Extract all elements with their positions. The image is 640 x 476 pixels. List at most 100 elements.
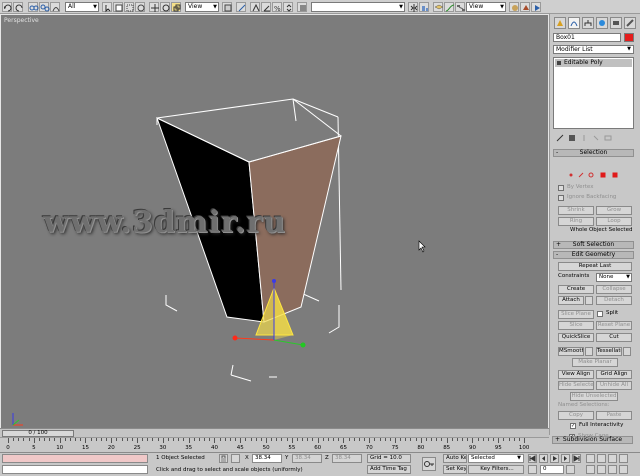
collapse-button[interactable]: Collapse xyxy=(596,285,632,294)
undo-icon[interactable] xyxy=(2,2,12,12)
key-mode-dropdown[interactable]: Selected ▼ xyxy=(468,454,524,463)
make-unique-icon[interactable] xyxy=(580,134,588,142)
curve-editor-icon[interactable] xyxy=(444,2,455,12)
create-button[interactable]: Create xyxy=(558,285,594,294)
subdivision-surface-rollout-header[interactable]: + Subdivision Surface xyxy=(552,436,633,444)
named-selection-dropdown[interactable]: ▼ xyxy=(311,2,405,12)
goto-start-icon[interactable] xyxy=(528,454,537,463)
attach-list-icon[interactable] xyxy=(585,296,593,305)
select-scale-icon[interactable] xyxy=(171,2,181,12)
zoom-extents-all-icon[interactable] xyxy=(619,454,628,463)
selection-filter-dropdown[interactable]: All ▼ xyxy=(65,2,99,12)
layer-icon[interactable] xyxy=(433,2,444,12)
vertex-icon[interactable] xyxy=(568,172,574,178)
select-move-icon[interactable] xyxy=(149,2,159,12)
window-crossing-icon[interactable] xyxy=(135,2,145,12)
mirror-icon[interactable] xyxy=(408,2,418,12)
utilities-tab-icon[interactable] xyxy=(624,17,636,29)
unhide-all-button[interactable]: Unhide All xyxy=(596,381,632,390)
prev-frame-icon[interactable] xyxy=(539,454,548,463)
redo-icon[interactable] xyxy=(13,2,23,12)
hierarchy-tab-icon[interactable] xyxy=(582,17,594,29)
select-by-name-icon[interactable] xyxy=(113,2,123,12)
copy-button[interactable]: Copy xyxy=(558,411,594,420)
split-checkbox[interactable] xyxy=(597,311,603,317)
pin-stack-icon[interactable] xyxy=(556,134,564,142)
pivot-icon[interactable] xyxy=(222,2,232,12)
grow-button[interactable]: Grow xyxy=(596,206,632,215)
show-end-result-icon[interactable] xyxy=(568,134,576,142)
quick-render-icon[interactable] xyxy=(531,2,541,12)
loop-button[interactable]: Loop xyxy=(596,217,632,226)
make-planar-button[interactable]: Make Planar xyxy=(572,358,618,367)
angle-snap-icon[interactable] xyxy=(261,2,271,12)
hide-selected-button[interactable]: Hide Selected xyxy=(558,381,594,390)
arc-rotate-icon[interactable] xyxy=(608,465,617,474)
perspective-viewport[interactable]: Perspective www.3dmir.ru xyxy=(0,14,549,435)
attach-button[interactable]: Attach xyxy=(558,296,584,305)
msmooth-settings-icon[interactable] xyxy=(585,347,593,356)
x-coordinate-field[interactable]: 38.34 xyxy=(252,454,282,463)
polygon-icon[interactable] xyxy=(600,172,606,178)
lock-selection-icon[interactable] xyxy=(219,454,228,463)
tessellate-button[interactable]: Tessellate xyxy=(596,347,622,356)
y-coordinate-field[interactable]: 38.34 xyxy=(292,454,322,463)
current-frame-field[interactable]: 0 xyxy=(540,465,564,474)
element-icon[interactable] xyxy=(612,172,618,178)
soft-selection-rollout-header[interactable]: + Soft Selection xyxy=(553,241,634,249)
key-mode-toggle-icon[interactable] xyxy=(528,465,537,474)
cut-button[interactable]: Cut xyxy=(596,333,632,342)
render-setup-icon[interactable] xyxy=(520,2,530,12)
set-key-button[interactable]: Set Key xyxy=(443,465,467,474)
detach-button[interactable]: Detach xyxy=(596,296,632,305)
motion-tab-icon[interactable] xyxy=(596,17,608,29)
maxscript-output-field[interactable] xyxy=(2,465,148,474)
link-icon[interactable] xyxy=(28,2,39,12)
ref-coord-dropdown-2[interactable]: View ▼ xyxy=(466,2,506,12)
selection-rollout-header[interactable]: - Selection xyxy=(553,149,634,157)
maximize-viewport-icon[interactable] xyxy=(619,465,628,474)
unlink-icon[interactable] xyxy=(39,2,50,12)
msmooth-button[interactable]: MSmooth xyxy=(558,347,584,356)
slice-plane-button[interactable]: Slice Plane xyxy=(558,310,594,319)
time-slider-thumb[interactable]: 0 / 100 xyxy=(2,430,74,437)
maxscript-listener-field[interactable] xyxy=(2,454,148,463)
play-icon[interactable] xyxy=(550,454,559,463)
align-icon[interactable] xyxy=(419,2,429,12)
zoom-icon[interactable] xyxy=(586,454,595,463)
bind-spacewarp-icon[interactable] xyxy=(50,2,60,12)
paste-button[interactable]: Paste xyxy=(596,411,632,420)
stack-item-editable-poly[interactable]: Editable Poly xyxy=(555,59,632,67)
material-editor-icon[interactable] xyxy=(509,2,519,12)
slice-button[interactable]: Slice xyxy=(558,321,594,330)
tessellate-settings-icon[interactable] xyxy=(623,347,631,356)
ref-coord-dropdown[interactable]: View ▼ xyxy=(185,2,219,12)
goto-end-icon[interactable] xyxy=(572,454,581,463)
time-config-icon[interactable] xyxy=(566,465,575,474)
configure-sets-icon[interactable] xyxy=(604,134,612,142)
auto-key-button[interactable]: Auto Key xyxy=(443,454,467,463)
remove-modifier-icon[interactable] xyxy=(592,134,600,142)
border-icon[interactable] xyxy=(588,172,594,178)
time-slider[interactable]: 0 / 100 xyxy=(0,428,549,437)
create-tab-icon[interactable] xyxy=(554,17,566,29)
schematic-icon[interactable] xyxy=(455,2,465,12)
manipulate-icon[interactable] xyxy=(236,2,246,12)
reset-plane-button[interactable]: Reset Plane xyxy=(596,321,632,330)
absolute-mode-icon[interactable] xyxy=(231,454,240,463)
quickslice-button[interactable]: QuickSlice xyxy=(558,333,594,342)
hide-unselected-button[interactable]: Hide Unselected xyxy=(570,392,618,401)
spinner-snap-icon[interactable] xyxy=(283,2,293,12)
zoom-extents-icon[interactable] xyxy=(608,454,617,463)
edit-geometry-rollout-header[interactable]: - Edit Geometry xyxy=(553,251,634,259)
trackbar[interactable]: 0 5 10 15 20 25 30 35 40 45 50 55 60 65 70 75 80 85 90 95 10… xyxy=(0,437,549,452)
field-of-view-icon[interactable] xyxy=(586,465,595,474)
object-color-swatch[interactable] xyxy=(624,33,634,42)
edge-icon[interactable] xyxy=(578,172,584,178)
select-icon[interactable] xyxy=(102,2,112,13)
ignore-backfacing-checkbox[interactable] xyxy=(558,195,564,201)
zoom-all-icon[interactable] xyxy=(597,454,606,463)
select-rotate-icon[interactable] xyxy=(160,2,170,12)
modifier-list-dropdown[interactable]: Modifier List ▼ xyxy=(553,45,634,54)
constraints-dropdown[interactable]: None ▼ xyxy=(596,273,632,282)
